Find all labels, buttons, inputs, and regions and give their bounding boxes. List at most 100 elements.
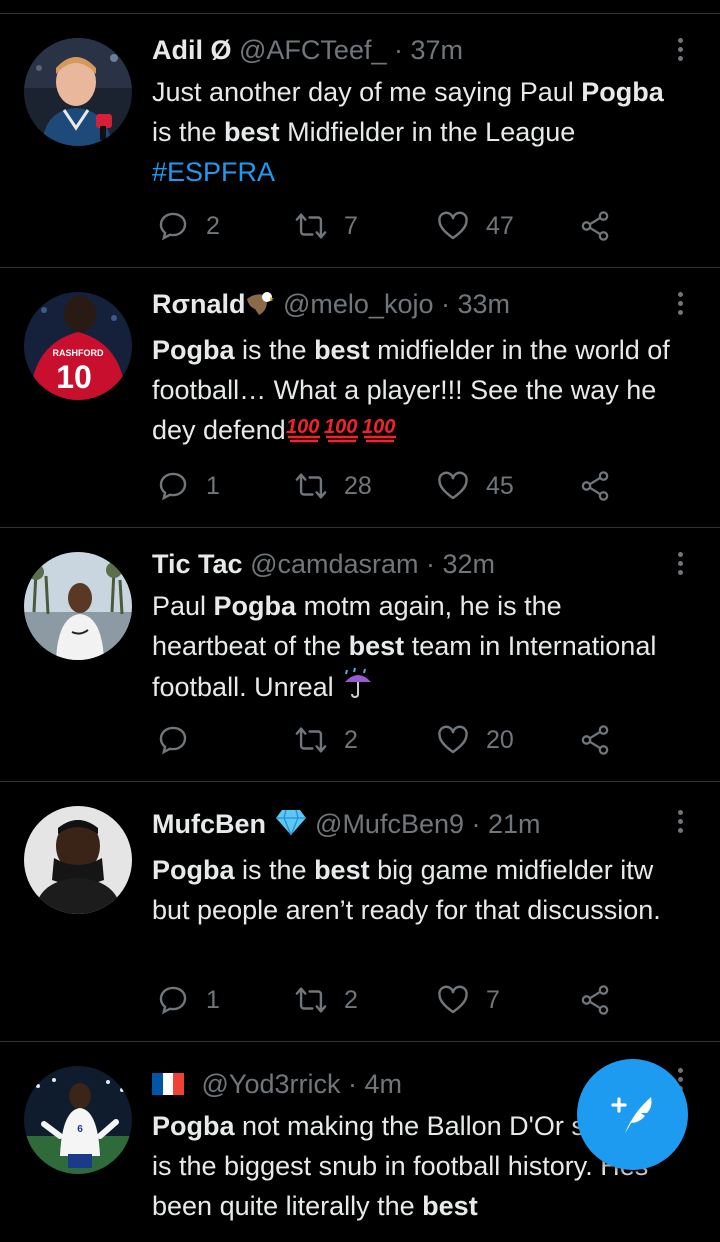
retweet-count: 2: [344, 725, 358, 754]
tweet[interactable]: MufcBen @MufcBen9 · 21m Pogba is the bes…: [0, 782, 720, 1042]
more-options-icon[interactable]: [674, 810, 686, 837]
eagle-icon: [245, 287, 275, 326]
tweet[interactable]: RASHFORD 10 Rσnald @melo_kojo · 33m Pogb…: [0, 268, 720, 528]
tweet-text-segment: is the: [234, 855, 315, 885]
timestamp[interactable]: · 32m: [426, 549, 495, 579]
like-button[interactable]: 45: [436, 469, 514, 503]
handle[interactable]: @melo_kojo: [283, 289, 433, 319]
hashtag-link[interactable]: #ESPFRA: [152, 157, 275, 187]
more-options-icon[interactable]: [674, 552, 686, 579]
display-name[interactable]: Rσnald: [152, 289, 245, 319]
tweet-text: Pogba is the best midfielder in the worl…: [152, 330, 680, 454]
tweet-text-segment: Just another day of me saying Paul: [152, 77, 582, 107]
avatar[interactable]: RASHFORD 10: [24, 292, 132, 400]
retweet-button[interactable]: 7: [294, 209, 358, 243]
share-icon: [581, 211, 609, 241]
like-count: 45: [486, 471, 514, 500]
reply-button[interactable]: [156, 723, 206, 757]
share-icon: [581, 725, 609, 755]
tweet-text-segment: best: [224, 117, 280, 147]
like-count: 47: [486, 211, 514, 240]
retweet-icon: [295, 213, 327, 239]
tweet-text-segment: Pogba: [152, 1111, 235, 1141]
reply-count: 1: [206, 985, 220, 1014]
tweet-text: Just another day of me saying Paul Pogba…: [152, 72, 680, 192]
handle[interactable]: @Yod3rrick: [202, 1069, 341, 1099]
timestamp[interactable]: · 21m: [472, 809, 541, 839]
tweet-actions: 1 2 7: [152, 983, 622, 1023]
retweet-button[interactable]: 2: [294, 723, 358, 757]
share-button[interactable]: [578, 983, 628, 1017]
display-name[interactable]: Tic Tac: [152, 549, 243, 579]
handle[interactable]: @MufcBen9: [315, 809, 464, 839]
retweet-icon: [295, 987, 327, 1013]
tweet[interactable]: Adil Ø @AFCTeef_ · 37m Just another day …: [0, 14, 720, 268]
avatar[interactable]: [24, 552, 132, 660]
retweet-count: 28: [344, 471, 372, 500]
tweet-text-segment: is the: [152, 117, 225, 147]
like-button[interactable]: 7: [436, 983, 500, 1017]
tweet-text-segment: best: [422, 1191, 478, 1221]
more-options-icon[interactable]: [674, 292, 686, 319]
avatar[interactable]: [24, 38, 132, 146]
heart-icon: [438, 985, 468, 1014]
tweet-text-segment: Midfielder in the League: [279, 117, 576, 147]
reply-icon: [159, 212, 187, 241]
svg-text:10: 10: [56, 359, 92, 395]
svg-text:100: 100: [286, 416, 319, 438]
hundred-points-icon: 100 100 100: [286, 411, 400, 454]
reply-button[interactable]: 1: [156, 983, 220, 1017]
retweet-icon: [295, 473, 327, 499]
tweet-header: Tic Tac @camdasram · 32m: [152, 546, 680, 582]
heart-icon: [438, 211, 468, 240]
tweet-actions: 2 7 47: [152, 209, 622, 249]
heart-icon: [438, 471, 468, 500]
tweet-text-segment: Paul: [152, 591, 214, 621]
svg-text:100: 100: [324, 416, 357, 438]
handle[interactable]: @camdasram: [250, 549, 418, 579]
display-name[interactable]: MufcBen: [152, 809, 266, 839]
reply-icon: [159, 726, 187, 755]
avatar[interactable]: 6: [24, 1066, 132, 1174]
like-button[interactable]: 47: [436, 209, 514, 243]
tweet[interactable]: Tic Tac @camdasram · 32m Paul Pogba motm…: [0, 528, 720, 782]
retweet-button[interactable]: 2: [294, 983, 358, 1017]
avatar[interactable]: [24, 806, 132, 914]
share-button[interactable]: [578, 723, 628, 757]
tweet-text-segment: best: [314, 335, 370, 365]
compose-tweet-button[interactable]: [577, 1059, 688, 1170]
tweet-header: MufcBen @MufcBen9 · 21m: [152, 806, 680, 846]
svg-text:100: 100: [362, 416, 395, 438]
timestamp[interactable]: · 37m: [394, 35, 463, 65]
retweet-count: 2: [344, 985, 358, 1014]
reply-button[interactable]: 1: [156, 469, 220, 503]
like-button[interactable]: 20: [436, 723, 514, 757]
tweet-text-segment: is the: [234, 335, 315, 365]
tweet-text-segment: best: [348, 631, 405, 661]
share-button[interactable]: [578, 209, 628, 243]
svg-text:6: 6: [77, 1124, 83, 1135]
tweet-text: Paul Pogba motm again, he is the heartbe…: [152, 586, 680, 711]
timestamp[interactable]: · 33m: [441, 289, 510, 319]
reply-button[interactable]: 2: [156, 209, 220, 243]
display-name[interactable]: Adil Ø: [152, 35, 232, 65]
tweet-text-segment: Pogba: [152, 855, 235, 885]
tweet-header: Adil Ø @AFCTeef_ · 37m: [152, 32, 680, 68]
share-button[interactable]: [578, 469, 628, 503]
retweet-button[interactable]: 28: [294, 469, 372, 503]
handle[interactable]: @AFCTeef_: [239, 35, 386, 65]
tweet-text-segment: Pogba: [152, 335, 235, 365]
umbrella-rain-icon: [341, 666, 375, 711]
timestamp[interactable]: · 4m: [348, 1069, 402, 1099]
tweet-actions: 1 28 45: [152, 469, 622, 509]
retweet-count: 7: [344, 211, 358, 240]
heart-icon: [438, 725, 468, 754]
diamond-icon: [274, 807, 308, 846]
share-icon: [581, 471, 609, 501]
reply-count: 1: [206, 471, 220, 500]
tweet-header: Rσnald @melo_kojo · 33m: [152, 286, 680, 326]
tweet-text-segment: best: [314, 855, 370, 885]
reply-icon: [159, 472, 187, 501]
reply-icon: [159, 986, 187, 1015]
more-options-icon[interactable]: [674, 38, 686, 65]
